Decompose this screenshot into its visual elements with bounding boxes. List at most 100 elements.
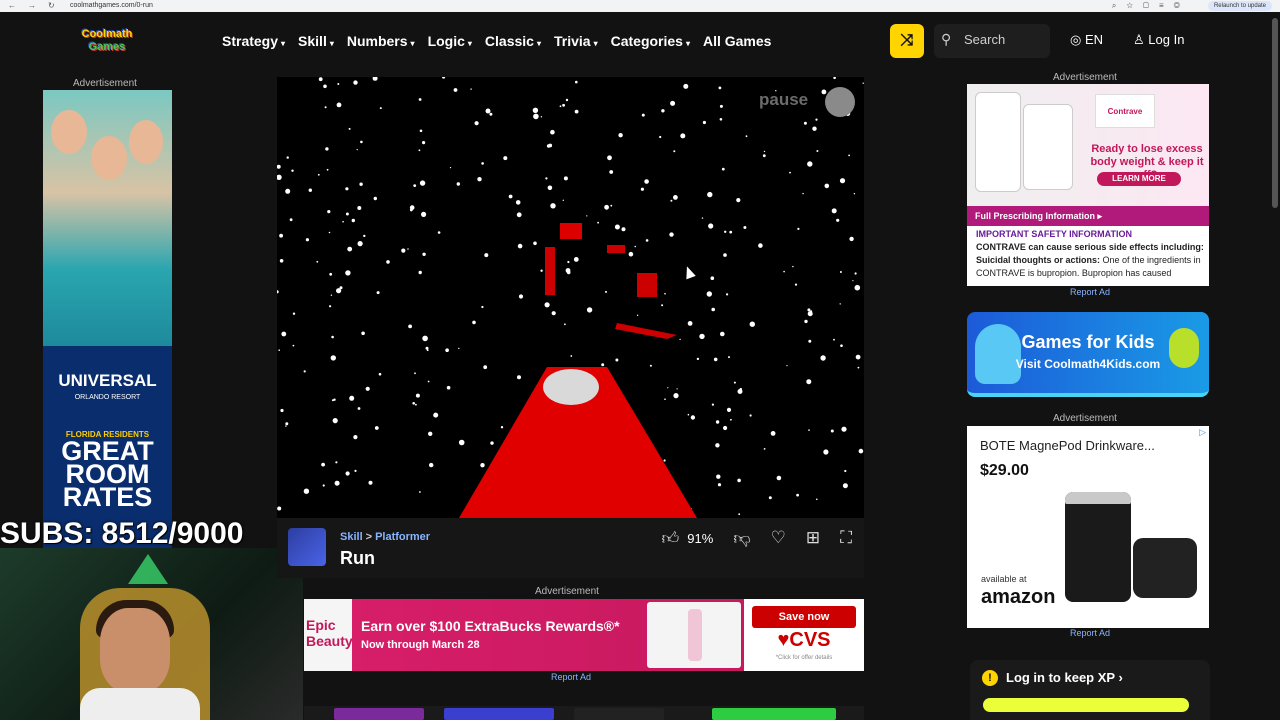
star	[803, 121, 807, 125]
star	[407, 248, 409, 250]
star	[325, 147, 329, 151]
star	[374, 426, 379, 430]
star	[628, 251, 634, 257]
address-bar[interactable]: coolmathgames.com/0-run	[70, 0, 153, 11]
rating-percent: 91%	[687, 530, 714, 546]
breadcrumb-subcategory[interactable]: Platformer	[375, 531, 430, 543]
star	[544, 302, 550, 308]
star	[716, 474, 721, 479]
ad-label: Advertisement	[1053, 72, 1117, 83]
star	[770, 431, 776, 436]
star	[715, 443, 720, 448]
report-ad-link[interactable]: Report Ad	[1070, 628, 1110, 638]
product-cup	[1065, 492, 1131, 602]
star	[470, 88, 472, 90]
page-scrollbar[interactable]	[1272, 18, 1278, 208]
back-icon[interactable]: ←	[8, 1, 16, 10]
bote-advertisement[interactable]: ▷ BOTE MagnePod Drinkware... $29.00 avai…	[967, 426, 1209, 628]
xp-panel[interactable]: ! Log in to keep XP ›	[970, 660, 1210, 720]
xp-login-prompt[interactable]: Log in to keep XP ›	[1006, 670, 1123, 685]
menu-numbers[interactable]: Numbers ▾	[347, 31, 415, 51]
menu-classic[interactable]: Classic ▾	[485, 31, 541, 51]
game-thumbnail	[288, 528, 326, 566]
star	[661, 304, 664, 307]
menu-all-games[interactable]: All Games	[703, 31, 771, 51]
star	[724, 230, 727, 233]
star	[345, 212, 349, 216]
star	[484, 253, 489, 258]
report-ad-link[interactable]: Report Ad	[551, 672, 591, 682]
heart-icon[interactable]: ♡	[771, 528, 786, 548]
star	[794, 283, 798, 286]
star	[562, 103, 565, 107]
fullscreen-icon[interactable]: ⛶	[840, 528, 852, 548]
star	[322, 484, 325, 487]
thumbs-up-icon[interactable]: 👍︎	[662, 528, 680, 549]
browser-chrome: ← → ↻ coolmathgames.com/0-run ⌕☆▢≡◎ Rela…	[0, 0, 1280, 12]
streamer-shirt	[80, 688, 200, 720]
game-tile[interactable]	[574, 708, 664, 720]
star	[409, 208, 413, 212]
login-button[interactable]: ♙ Log In	[1133, 32, 1184, 48]
star	[605, 290, 607, 293]
menu-skill[interactable]: Skill ▾	[298, 31, 334, 51]
contrave-advertisement[interactable]: Contrave Ready to lose excess body weigh…	[967, 84, 1209, 286]
star	[762, 154, 766, 158]
star	[839, 271, 842, 273]
star	[816, 150, 819, 152]
game-tile[interactable]	[334, 708, 424, 720]
chevron-down-icon: ▾	[536, 39, 541, 48]
star	[281, 331, 287, 337]
games-for-kids-banner[interactable]: Games for Kids Visit Coolmath4Kids.com	[967, 312, 1209, 397]
pause-button[interactable]	[825, 87, 855, 117]
menu-logic[interactable]: Logic ▾	[428, 31, 472, 51]
star	[327, 210, 331, 214]
relaunch-button[interactable]: Relaunch to update	[1207, 1, 1272, 11]
thumbs-down-icon[interactable]: 👎︎	[733, 528, 750, 549]
star	[414, 372, 416, 375]
menu-strategy[interactable]: Strategy ▾	[222, 31, 285, 51]
game-tile[interactable]	[712, 708, 836, 720]
logo-text-line2: Games	[88, 41, 126, 53]
game-canvas[interactable]: pause	[277, 77, 864, 518]
star	[659, 135, 662, 139]
star	[715, 420, 720, 424]
reload-icon[interactable]: ↻	[48, 1, 55, 10]
star	[378, 372, 382, 376]
pause-label[interactable]: pause	[759, 90, 808, 110]
star	[550, 129, 555, 135]
prescribing-info-link[interactable]: Full Prescribing Information ▸	[967, 206, 1209, 226]
tunnel-block	[637, 273, 657, 297]
star	[763, 448, 766, 450]
search-input[interactable]: ⚲ Search	[934, 24, 1050, 58]
star	[418, 149, 421, 152]
add-to-list-icon[interactable]: ⊞	[806, 528, 820, 548]
report-ad-link[interactable]: Report Ad	[1070, 287, 1110, 297]
player-runner	[543, 369, 599, 405]
tunnel-block	[545, 247, 555, 295]
game-tile[interactable]	[444, 708, 554, 720]
menu-categories[interactable]: Categories ▾	[611, 31, 690, 51]
menu-trivia[interactable]: Trivia ▾	[554, 31, 598, 51]
learn-more-button[interactable]: LEARN MORE	[1097, 172, 1181, 186]
star	[717, 483, 722, 487]
star	[559, 105, 562, 108]
browser-toolbar-icons[interactable]: ⌕☆▢≡◎	[1112, 1, 1190, 11]
star	[357, 206, 362, 210]
star	[418, 98, 422, 101]
banner-advertisement[interactable]: Epic Beauty Earn over $100 ExtraBucks Re…	[304, 599, 864, 671]
ad-choices-icon[interactable]: ▷	[1199, 427, 1206, 438]
star	[719, 104, 723, 108]
star	[458, 439, 465, 446]
language-selector[interactable]: ◎ EN	[1070, 32, 1103, 48]
star	[357, 407, 361, 410]
star	[330, 355, 336, 361]
save-now-button[interactable]: Save now	[752, 606, 856, 628]
star	[422, 335, 428, 342]
star	[330, 294, 333, 296]
site-logo[interactable]: Coolmath Games	[80, 26, 134, 56]
breadcrumb-category[interactable]: Skill	[340, 531, 363, 543]
forward-icon[interactable]: →	[28, 1, 36, 10]
left-advertisement[interactable]: UNIVERSAL ORLANDO RESORT FLORIDA RESIDEN…	[43, 90, 172, 550]
random-game-button[interactable]: ⤨	[890, 24, 924, 58]
